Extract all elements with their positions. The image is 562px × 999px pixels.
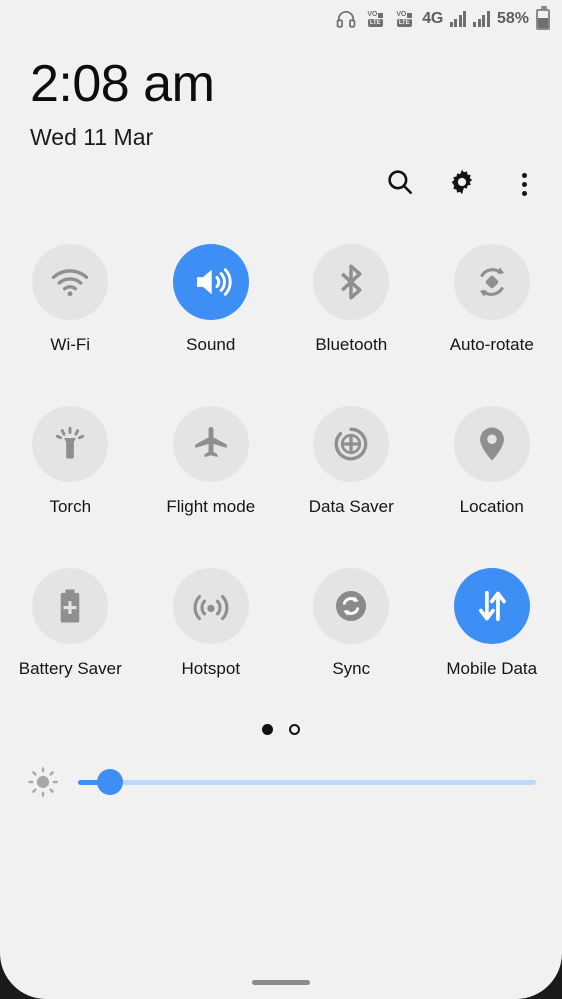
tile-label: Flight mode [166,497,256,516]
tile-battery-saver[interactable]: Battery Saver [0,568,141,680]
hotspot-icon [190,585,232,627]
tile-label: Location [459,497,524,516]
tile-label: Sync [332,659,371,678]
battery-percent-label: 58% [496,10,529,27]
tile-label: Sound [186,335,236,354]
network-type-label: 4G [422,10,443,27]
tile-icon-wrapper [172,244,249,320]
tile-sync[interactable]: Sync [281,568,422,680]
signal-bars-sim1 [449,11,467,27]
lte-badge-1: LTE [367,19,383,27]
lte-badge-2: LTE [396,19,412,27]
volte-icon-sim2: VO LTE [393,10,415,29]
tile-icon-wrapper [313,568,390,644]
tile-auto-rotate[interactable]: Auto-rotate [422,244,562,356]
bluetooth-icon [330,261,372,303]
more-options-button[interactable] [508,168,540,200]
tile-icon-wrapper [172,406,249,482]
tile-label: Auto-rotate [449,335,534,354]
volte-icon-sim1: VO LTE [364,10,386,29]
tile-icon-wrapper [313,244,390,320]
tile-label: Battery Saver [18,659,122,678]
tile-hotspot[interactable]: Hotspot [141,568,282,680]
tile-sound[interactable]: Sound [141,244,282,356]
tile-label: Torch [49,497,92,516]
page-dot-1[interactable] [262,724,273,735]
clock-date: Wed 11 Mar [30,124,154,150]
brightness-row [0,765,562,799]
tile-icon-wrapper [172,568,249,644]
search-icon [385,167,415,202]
tile-torch[interactable]: Torch [0,406,141,518]
more-vertical-icon [521,172,527,196]
signal-bars-sim2 [473,11,490,27]
tile-location[interactable]: Location [422,406,562,518]
mobile-data-icon [471,585,513,627]
tile-icon-wrapper [453,406,530,482]
page-dot-2[interactable] [289,724,300,735]
tile-icon-wrapper [453,568,530,644]
tile-label: Hotspot [181,659,241,678]
home-indicator[interactable] [0,980,562,985]
airplane-icon [190,423,232,465]
auto-rotate-icon [471,261,513,303]
clock-block: 2:08 am Wed 11 Mar [0,38,562,154]
tile-icon-wrapper [32,406,109,482]
tile-flight-mode[interactable]: Flight mode [141,406,282,518]
tile-data-saver[interactable]: Data Saver [281,406,422,518]
headset-icon [335,10,357,28]
wifi-icon [49,261,91,303]
clock-time: 2:08 am [30,55,215,113]
location-pin-icon [471,423,513,465]
tile-icon-wrapper [313,406,390,482]
settings-button[interactable] [446,168,478,200]
quick-settings-tiles: Wi-Fi Sound Bluetooth Auto-rotate Torch Fl… [0,244,562,680]
slider-thumb[interactable] [97,769,124,795]
tile-wi-fi[interactable]: Wi-Fi [0,244,141,356]
page-indicator[interactable] [0,724,562,735]
header-actions [0,154,562,200]
flashlight-icon [49,423,91,465]
tile-bluetooth[interactable]: Bluetooth [281,244,422,356]
tile-label: Wi-Fi [50,335,91,354]
gear-icon [447,167,477,202]
data-saver-icon [330,423,372,465]
volume-icon [190,261,232,303]
brightness-slider[interactable] [78,769,536,795]
tile-mobile-data[interactable]: Mobile Data [422,568,562,680]
brightness-icon [26,765,60,799]
volte-label-1: VO [367,11,378,18]
tile-label: Data Saver [308,497,394,516]
tile-label: Mobile Data [446,659,538,678]
tile-icon-wrapper [32,244,109,320]
slider-track [78,779,536,785]
sync-icon [330,585,372,627]
quick-settings-panel: VO LTE VO LTE 4G 58% 2:08 am Wed 11 Mar [0,0,562,999]
volte-label-2: VO [396,11,407,18]
battery-icon [536,5,550,30]
battery-plus-icon [49,585,91,627]
search-button[interactable] [384,168,416,200]
tile-label: Bluetooth [315,335,388,354]
status-bar: VO LTE VO LTE 4G 58% [0,0,562,38]
tile-icon-wrapper [32,568,109,644]
tile-icon-wrapper [453,244,530,320]
